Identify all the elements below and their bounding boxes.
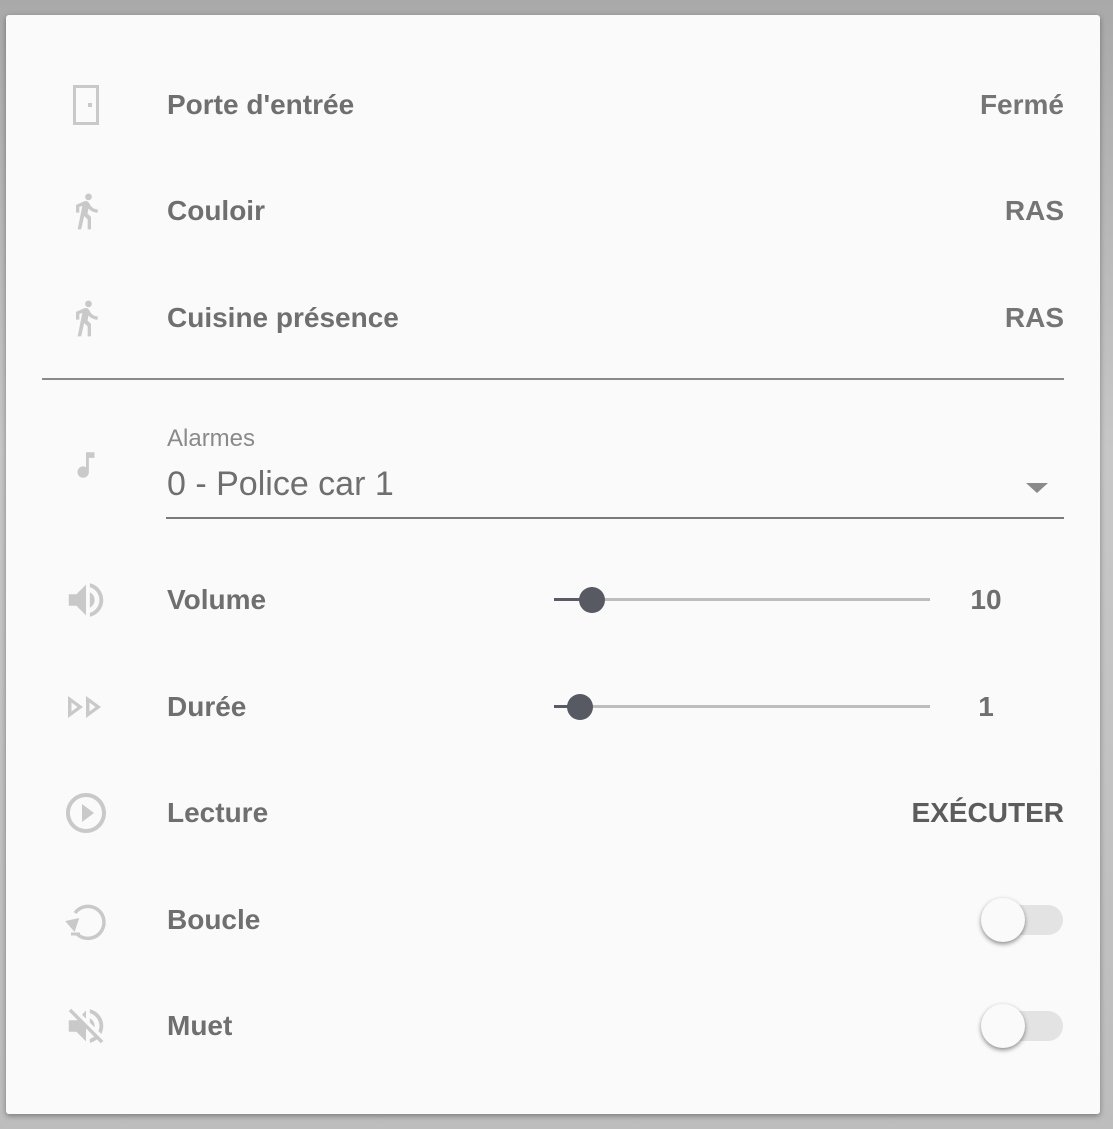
boucle-row: Boucle [6,890,1100,950]
toggle-knob[interactable] [981,1004,1025,1048]
walk-icon [60,296,112,340]
volume-slider[interactable] [554,570,930,630]
entity-label: Couloir [167,195,265,226]
boucle-toggle[interactable] [981,898,1065,942]
toggle-knob[interactable] [981,898,1025,942]
duree-slider[interactable] [554,677,930,737]
lecture-label: Lecture [167,797,269,828]
execute-button[interactable]: EXÉCUTER [912,783,1064,843]
duree-label: Durée [167,691,247,722]
muet-label: Muet [167,1010,233,1041]
lecture-row: Lecture EXÉCUTER [6,783,1100,843]
duree-row: Durée 1 [6,677,1100,737]
boucle-label: Boucle [167,904,261,935]
volume-label: Volume [167,584,267,615]
slider-thumb[interactable] [567,694,593,720]
muet-toggle[interactable] [981,1004,1065,1048]
walk-icon [60,189,112,233]
slider-track [554,598,930,601]
entity-state: RAS [1004,302,1064,333]
divider [42,378,1064,380]
fast-forward-icon [60,685,112,729]
entity-state: Fermé [979,89,1064,120]
duree-value: 1 [978,691,994,722]
entity-label: Cuisine présence [167,302,399,333]
muet-row: Muet [6,996,1100,1056]
volume-icon [60,578,112,622]
alarm-select-dropdown[interactable] [166,420,1064,520]
repeat-icon [60,898,112,942]
slider-thumb[interactable] [579,587,605,613]
entity-label: Porte d'entrée [167,89,355,120]
entities-card: Porte d'entrée Fermé Couloir RAS Cuisine… [6,15,1100,1114]
volume-row: Volume 10 [6,570,1100,630]
slider-track [554,705,930,708]
entity-state: RAS [1004,195,1064,226]
entity-row-porte-entree[interactable]: Porte d'entrée Fermé [6,75,1100,135]
entity-row-couloir[interactable]: Couloir RAS [6,181,1100,241]
volume-value: 10 [970,584,1002,615]
entity-row-cuisine-presence[interactable]: Cuisine présence RAS [6,288,1100,348]
volume-off-icon [60,1004,112,1048]
door-icon [60,83,112,127]
play-circle-icon [60,791,112,835]
music-note-icon [60,443,112,487]
